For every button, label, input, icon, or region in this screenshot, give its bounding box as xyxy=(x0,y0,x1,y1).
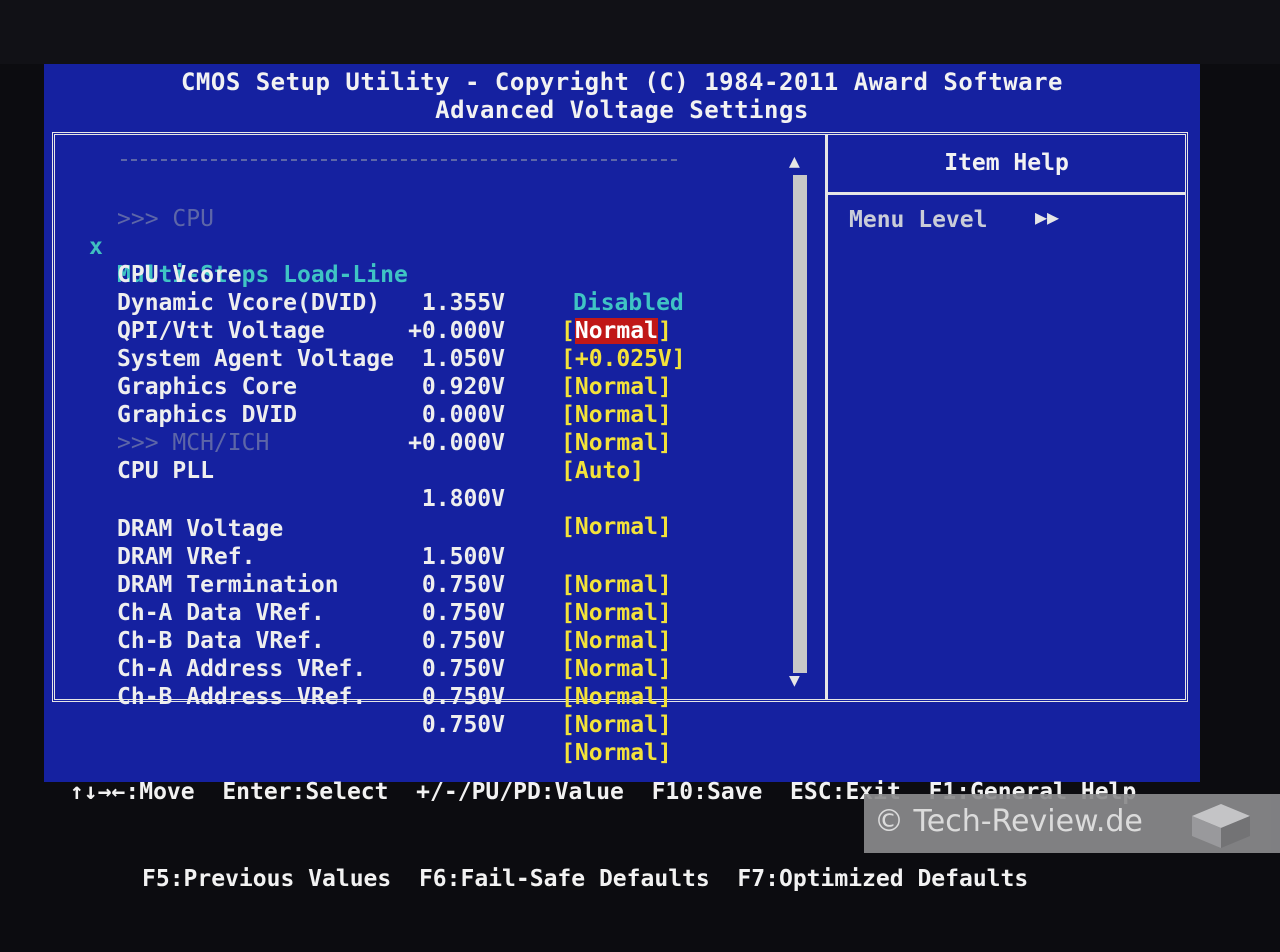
setting-dram-termination[interactable]: DRAM Termination 0.750V [Normal] xyxy=(55,543,672,654)
key-legend-line-2: F5:Previous Values F6:Fail-Safe Defaults… xyxy=(142,866,1029,892)
option-value[interactable]: [Normal] xyxy=(561,627,672,655)
settings-frame: >>> CPU x Multi-Steps Load-Line Disabled… xyxy=(52,132,1188,766)
menu-level-arrow-icon: ▶▶ xyxy=(1035,205,1060,229)
setting-cpu-pll[interactable]: CPU PLL 1.800V [Normal] xyxy=(55,429,672,540)
dashed-separator xyxy=(121,159,677,161)
header: CMOS Setup Utility - Copyright (C) 1984-… xyxy=(44,68,1200,124)
option-value[interactable]: [+0.025V] xyxy=(561,345,686,373)
setting-chb-data-vref[interactable]: Ch-B Data VRef. 0.750V [Normal] xyxy=(55,599,672,710)
watermark-text: © Tech-Review.de xyxy=(874,804,1143,839)
option-value[interactable]: [Normal] xyxy=(561,317,672,345)
section-cpu: >>> CPU xyxy=(117,206,214,232)
monitor-bezel xyxy=(0,0,1280,64)
option-value[interactable]: [Normal] xyxy=(561,599,672,627)
option-value[interactable]: [Auto] xyxy=(561,457,644,485)
setting-graphics-dvid[interactable]: Graphics DVID +0.000V [Auto] xyxy=(55,373,644,484)
section-mch-ich: >>> MCH/ICH xyxy=(117,430,270,456)
scroll-down-arrow-icon[interactable]: ▼ xyxy=(789,670,800,691)
option-value[interactable]: [Normal] xyxy=(561,513,672,541)
setting-cpu-vcore[interactable]: CPU Vcore 1.355V [Normal] xyxy=(55,233,672,344)
setting-chb-address-vref[interactable]: Ch-B Address VRef. 0.750V [Normal] xyxy=(55,655,672,766)
menu-level-label: Menu Level xyxy=(849,207,988,233)
setting-system-agent-voltage[interactable]: System Agent Voltage 0.920V [Normal] xyxy=(55,317,672,428)
cube-logo-icon xyxy=(1192,804,1250,848)
option-value[interactable]: [Normal] xyxy=(561,429,672,457)
setting-multi-steps-load-line: x Multi-Steps Load-Line Disabled xyxy=(89,234,684,316)
header-title: CMOS Setup Utility - Copyright (C) 1984-… xyxy=(180,68,1063,96)
option-value[interactable]: [Normal] xyxy=(561,683,672,711)
option-value: Disabled xyxy=(573,290,684,316)
panel-divider xyxy=(825,135,828,699)
option-value[interactable]: [Normal] xyxy=(561,655,672,683)
setting-dram-vref[interactable]: DRAM VRef. 0.750V [Normal] xyxy=(55,515,672,626)
bios-screen: CMOS Setup Utility - Copyright (C) 1984-… xyxy=(44,64,1200,892)
item-help-title: Item Help xyxy=(828,135,1185,195)
setting-dram-voltage[interactable]: DRAM Voltage 1.500V [Normal] xyxy=(55,487,672,598)
scrollbar[interactable] xyxy=(793,175,807,673)
setting-graphics-core[interactable]: Graphics Core 0.000V [Normal] xyxy=(55,345,672,456)
page-title: Advanced Voltage Settings xyxy=(435,96,809,124)
setting-qpi-vtt-voltage[interactable]: QPI/Vtt Voltage 1.050V [Normal] xyxy=(55,289,672,400)
option-value[interactable]: [Normal] xyxy=(561,571,672,599)
scroll-up-arrow-icon[interactable]: ▲ xyxy=(789,151,800,172)
setting-cha-address-vref[interactable]: Ch-A Address VRef. 0.750V [Normal] xyxy=(55,627,672,738)
selected-option[interactable]: Normal xyxy=(574,318,658,344)
watermark: © Tech-Review.de xyxy=(864,794,1280,853)
option-value[interactable]: [Normal] xyxy=(561,401,672,429)
setting-dynamic-vcore[interactable]: Dynamic Vcore(DVID) +0.000V [+0.025V] xyxy=(55,261,686,372)
option-value[interactable]: [Normal] xyxy=(561,373,672,401)
settings-panel: >>> CPU x Multi-Steps Load-Line Disabled… xyxy=(55,135,825,766)
setting-cha-data-vref[interactable]: Ch-A Data VRef. 0.750V [Normal] xyxy=(55,571,672,682)
